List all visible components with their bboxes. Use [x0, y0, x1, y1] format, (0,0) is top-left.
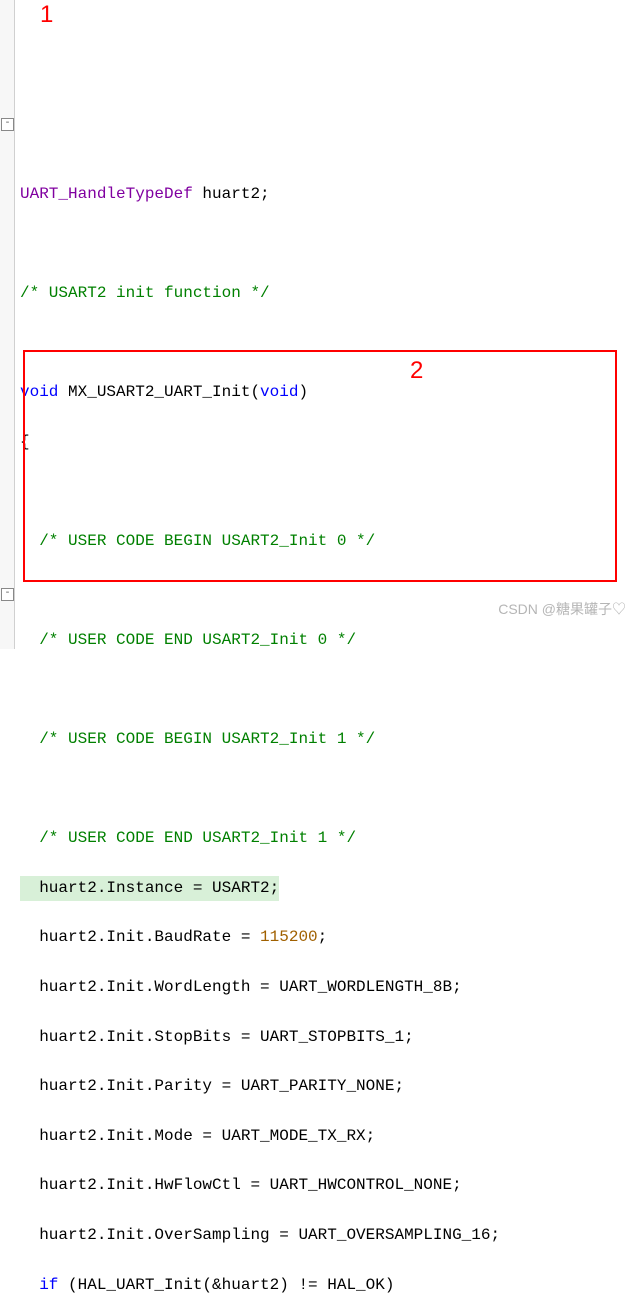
comment-line: /* USER CODE END USART2_Init 1 */ [20, 826, 644, 851]
code-line [20, 330, 644, 355]
code-line: huart2.Instance = USART2; [20, 876, 644, 901]
number-token: 115200 [260, 928, 318, 946]
keyword-token: void [260, 383, 298, 401]
keyword-token: if [39, 1276, 58, 1294]
comment-line: /* USER CODE BEGIN USART2_Init 0 */ [20, 529, 644, 554]
ident-token: huart2; [193, 185, 270, 203]
code-line: huart2.Init.HwFlowCtl = UART_HWCONTROL_N… [20, 1173, 644, 1198]
punct-token: ; [318, 928, 328, 946]
code-line: UART_HandleTypeDef huart2; [20, 182, 644, 207]
ident-token: huart2.Init.BaudRate = [20, 928, 260, 946]
comment-line: /* USART2 init function */ [20, 281, 644, 306]
type-token: UART_HandleTypeDef [20, 185, 193, 203]
ident-token: USART2 [212, 879, 270, 897]
ident-token: huart2.Instance = [20, 879, 212, 897]
code-line [20, 479, 644, 504]
code-line [20, 678, 644, 703]
fold-icon[interactable]: - [1, 118, 14, 131]
annotation-1: 1 [40, 0, 53, 33]
code-line: void MX_USART2_UART_Init(void) [20, 380, 644, 405]
code-line: huart2.Init.Mode = UART_MODE_TX_RX; [20, 1124, 644, 1149]
ident-token: (HAL_UART_Init(&huart2) != HAL_OK) [58, 1276, 394, 1294]
code-editor[interactable]: UART_HandleTypeDef huart2; /* USART2 ini… [0, 149, 644, 1298]
code-line: huart2.Init.OverSampling = UART_OVERSAMP… [20, 1223, 644, 1248]
code-line: huart2.Init.WordLength = UART_WORDLENGTH… [20, 975, 644, 1000]
code-line: huart2.Init.Parity = UART_PARITY_NONE; [20, 1074, 644, 1099]
comment-line: /* USER CODE BEGIN USART2_Init 1 */ [20, 727, 644, 752]
code-line [20, 578, 644, 603]
keyword-token: void [20, 383, 58, 401]
punct-token: ) [298, 383, 308, 401]
code-line [20, 231, 644, 256]
code-line: if (HAL_UART_Init(&huart2) != HAL_OK) [20, 1273, 644, 1298]
code-line [20, 777, 644, 802]
code-line: huart2.Init.BaudRate = 115200; [20, 925, 644, 950]
brace-line: { [20, 430, 644, 455]
ident-token: MX_USART2_UART_Init( [58, 383, 260, 401]
punct-token: ; [270, 879, 280, 897]
indent [20, 1276, 39, 1294]
code-line: huart2.Init.StopBits = UART_STOPBITS_1; [20, 1025, 644, 1050]
